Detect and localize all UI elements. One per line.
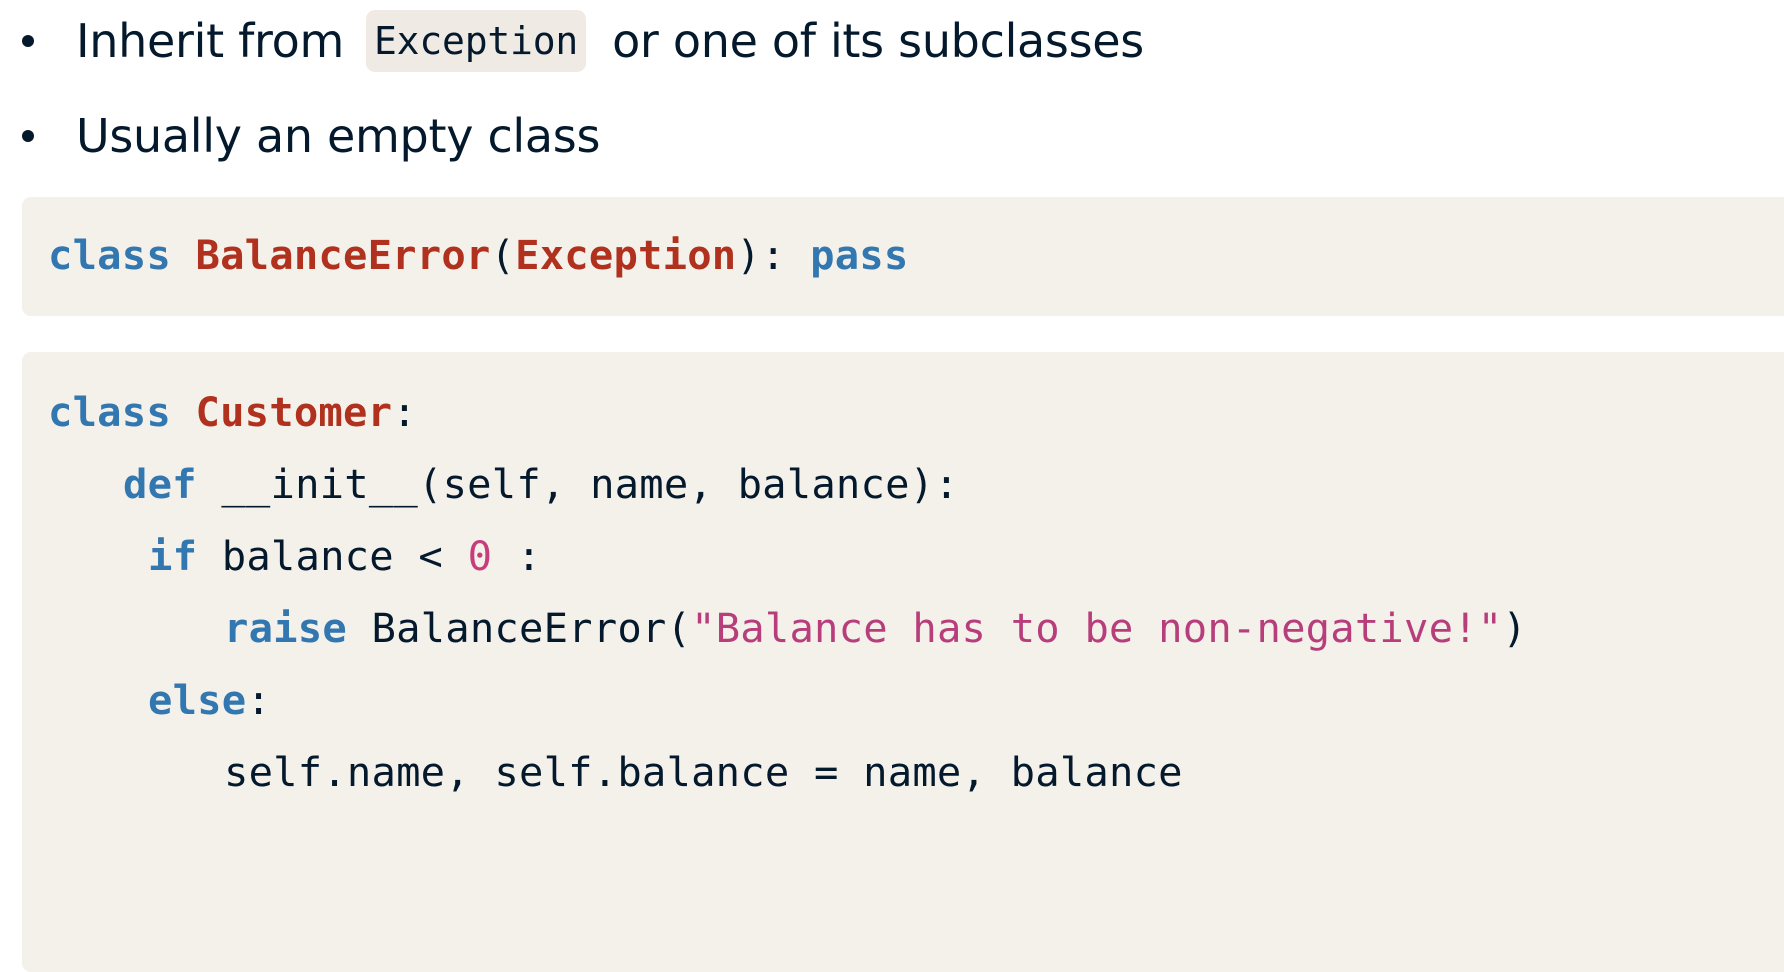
- colon: :: [392, 388, 417, 436]
- paren-close: ):: [736, 231, 786, 279]
- call-open: BalanceError(: [371, 604, 692, 652]
- class-name: Customer: [195, 388, 393, 436]
- code-block-balance-error: class BalanceError(Exception): pass: [22, 197, 1784, 316]
- call-close: ): [1502, 604, 1527, 652]
- code-block-customer: class Customer: def __init__(self, name,…: [22, 352, 1784, 972]
- code-line: class BalanceError(Exception): pass: [48, 227, 908, 283]
- keyword-if: if: [148, 532, 198, 580]
- base-class-name: Exception: [515, 231, 737, 279]
- class-name: BalanceError: [195, 231, 491, 279]
- code-line: def __init__(self, name, balance):: [123, 456, 959, 512]
- assignment-statement: self.name, self.balance = name, balance: [224, 748, 1183, 796]
- keyword-def: def: [123, 460, 197, 508]
- bullet-text-after: or one of its subclasses: [612, 14, 1144, 68]
- code-line: else:: [148, 672, 271, 728]
- code-line: class Customer:: [48, 384, 417, 440]
- string-literal: "Balance has to be non-negative!": [691, 604, 1503, 652]
- bullet-item-empty-class: Usually an empty class: [22, 101, 600, 171]
- colon: :: [246, 676, 271, 724]
- code-line: self.name, self.balance = name, balance: [224, 744, 1183, 800]
- function-signature: __init__(self, name, balance):: [221, 460, 959, 508]
- code-line: if balance < 0 :: [148, 528, 541, 584]
- keyword-else: else: [148, 676, 247, 724]
- bullet-dot-icon: [22, 130, 34, 142]
- bullet-item-inherit: Inherit from Exception or one of its sub…: [22, 6, 1144, 76]
- keyword-pass: pass: [810, 231, 909, 279]
- bullet-dot-icon: [22, 35, 34, 47]
- bullet-text-before: Inherit from: [76, 14, 344, 68]
- bullet-text: Usually an empty class: [76, 109, 601, 163]
- keyword-raise: raise: [224, 604, 347, 652]
- keyword-class: class: [48, 388, 171, 436]
- inline-code-exception: Exception: [365, 10, 587, 72]
- code-line: raise BalanceError("Balance has to be no…: [224, 600, 1527, 656]
- paren-open: (: [490, 231, 516, 279]
- number-literal: 0: [467, 532, 493, 580]
- keyword-class: class: [48, 231, 171, 279]
- condition-expression: balance <: [221, 532, 444, 580]
- colon: :: [516, 532, 542, 580]
